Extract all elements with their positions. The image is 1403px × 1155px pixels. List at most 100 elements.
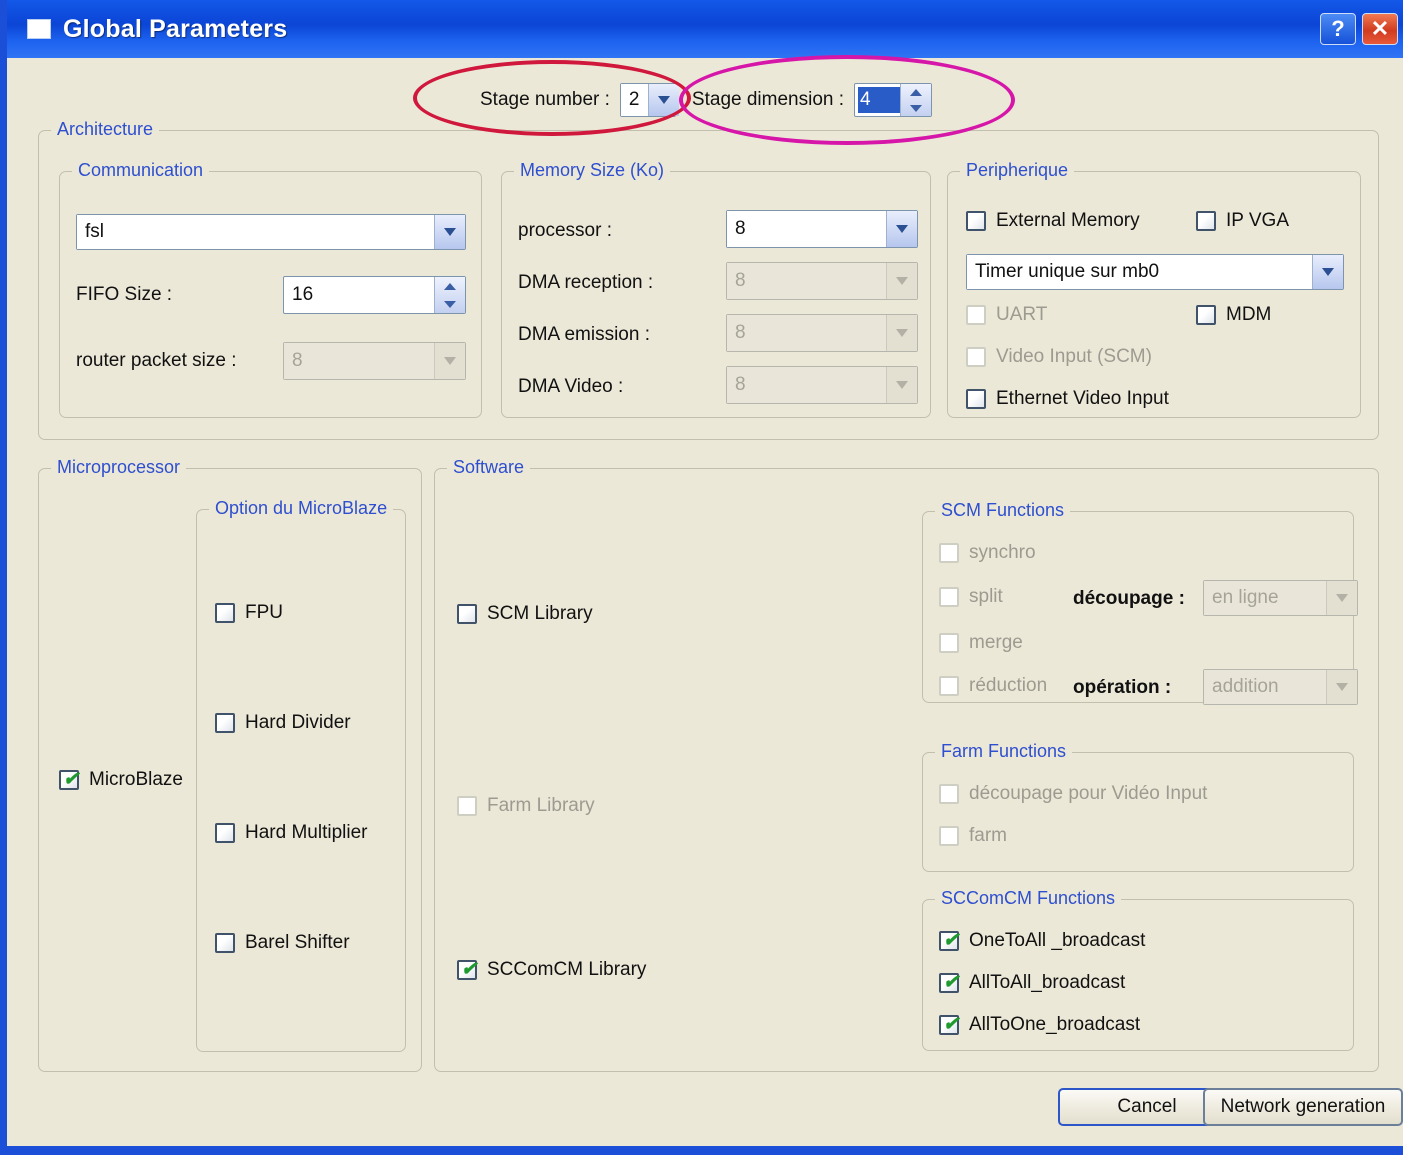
- stage-dimension-stepper[interactable]: 4: [854, 83, 933, 117]
- chevron-down-icon[interactable]: [1312, 255, 1343, 289]
- checkbox-alltoone-broadcast[interactable]: ✔ AllToOne_broadcast: [939, 1014, 1140, 1036]
- checkbox-box-icon: [457, 604, 477, 624]
- communication-protocol-value: fsl: [77, 215, 434, 249]
- fifo-size-label: FIFO Size :: [76, 284, 173, 305]
- checkbox-box-icon: [215, 603, 235, 623]
- checkbox-split: split: [939, 586, 1003, 608]
- chevron-down-icon[interactable]: [647, 84, 679, 116]
- checkbox-fpu[interactable]: FPU: [215, 602, 283, 624]
- decoupage-value: en ligne: [1204, 581, 1326, 615]
- stage-number-select[interactable]: 2: [619, 83, 679, 117]
- checkbox-box-icon: [215, 713, 235, 733]
- scm-functions-title: SCM Functions: [935, 500, 1071, 521]
- stage-number-label: Stage number :: [480, 89, 610, 110]
- stage-dimension-value: 4: [858, 87, 901, 113]
- router-packet-size-select: 8: [283, 342, 466, 380]
- checkbox-onetoall-broadcast[interactable]: ✔ OneToAll _broadcast: [939, 930, 1145, 952]
- farm-functions-title: Farm Functions: [935, 741, 1073, 762]
- dma-video-value: 8: [727, 367, 886, 403]
- stage-dimension-spin-buttons[interactable]: [900, 84, 932, 116]
- checkbox-label: UART: [996, 304, 1048, 325]
- checkbox-box-icon: [215, 933, 235, 953]
- stage-number-value: 2: [620, 84, 648, 116]
- checkbox-label: MicroBlaze: [89, 769, 183, 790]
- spinner-up-icon[interactable]: [901, 84, 931, 100]
- checkbox-reduction: réduction: [939, 675, 1047, 697]
- checkbox-label: AllToOne_broadcast: [969, 1014, 1141, 1035]
- checkbox-decoupage-video-input: découpage pour Vidéo Input: [939, 783, 1207, 805]
- fifo-spin-buttons[interactable]: [434, 277, 465, 313]
- checkbox-synchro: synchro: [939, 542, 1036, 564]
- stage-settings-row: Stage number : 2 Stage dimension : 4: [14, 74, 1403, 126]
- software-group: Software SCM Library Farm Library ✔ SCCo…: [434, 457, 1379, 1072]
- fifo-size-stepper[interactable]: 16: [283, 276, 466, 314]
- checkbox-hard-multiplier[interactable]: Hard Multiplier: [215, 822, 367, 844]
- memory-row-label: processor :: [518, 220, 612, 241]
- checkbox-box-icon: ✔: [59, 770, 79, 790]
- memory-row-label: DMA emission :: [518, 324, 650, 345]
- checkbox-label: MDM: [1226, 304, 1272, 325]
- decoupage-label: découpage :: [1073, 588, 1185, 609]
- scm-functions-group: SCM Functions synchro split découpage : …: [922, 500, 1358, 705]
- software-title: Software: [447, 457, 531, 478]
- checkbox-box-icon: [939, 676, 959, 696]
- checkbox-label: FPU: [245, 602, 283, 623]
- checkbox-box-icon: [1196, 305, 1216, 325]
- router-packet-size-label: router packet size :: [76, 350, 237, 371]
- router-packet-size-value: 8: [284, 343, 434, 379]
- checkbox-label: SCM Library: [487, 603, 593, 624]
- chevron-down-icon: [886, 315, 917, 351]
- window-title: Global Parameters: [63, 14, 288, 43]
- title-bar-buttons: ? ✕: [1320, 13, 1398, 45]
- checkbox-sccomcm-library[interactable]: ✔ SCComCM Library: [457, 959, 646, 981]
- global-parameters-window: Global Parameters ? ✕ Stage number : 2 S…: [0, 0, 1403, 1155]
- close-button[interactable]: ✕: [1362, 13, 1398, 45]
- checkbox-hard-divider[interactable]: Hard Divider: [215, 712, 351, 734]
- processor-memory-select[interactable]: 8: [726, 210, 918, 248]
- sccomcm-functions-group: SCComCM Functions ✔ OneToAll _broadcast …: [922, 888, 1354, 1051]
- communication-title: Communication: [72, 160, 210, 181]
- spinner-down-icon[interactable]: [901, 100, 931, 116]
- checkbox-label: AllToAll_broadcast: [969, 972, 1126, 993]
- checkbox-box-icon: [939, 587, 959, 607]
- chevron-down-icon[interactable]: [886, 211, 917, 247]
- checkbox-box-icon: [939, 633, 959, 653]
- checkbox-box-icon: ✔: [939, 1015, 959, 1035]
- chevron-down-icon: [1326, 581, 1357, 615]
- checkbox-ip-vga[interactable]: IP VGA: [1196, 210, 1289, 232]
- checkbox-barel-shifter[interactable]: Barel Shifter: [215, 932, 350, 954]
- peripherique-title: Peripherique: [960, 160, 1075, 181]
- checkbox-box-icon: [457, 796, 477, 816]
- checkbox-alltoall-broadcast[interactable]: ✔ AllToAll_broadcast: [939, 972, 1125, 994]
- farm-functions-group: Farm Functions découpage pour Vidéo Inpu…: [922, 741, 1354, 872]
- checkbox-mdm[interactable]: MDM: [1196, 304, 1271, 326]
- checkbox-box-icon: [966, 305, 986, 325]
- checkbox-box-icon: [215, 823, 235, 843]
- spinner-up-icon[interactable]: [435, 277, 465, 295]
- checkbox-box-icon: ✔: [939, 973, 959, 993]
- communication-protocol-select[interactable]: fsl: [76, 214, 466, 250]
- checkbox-label: split: [969, 586, 1003, 607]
- checkbox-external-memory[interactable]: External Memory: [966, 210, 1140, 232]
- checkbox-scm-library[interactable]: SCM Library: [457, 603, 593, 625]
- spinner-down-icon[interactable]: [435, 295, 465, 313]
- network-generation-button[interactable]: Network generation: [1203, 1088, 1403, 1126]
- timer-select[interactable]: Timer unique sur mb0: [966, 254, 1344, 290]
- microprocessor-group: Microprocessor ✔ MicroBlaze Option du Mi…: [38, 457, 422, 1072]
- chevron-down-icon[interactable]: [434, 215, 465, 249]
- dma-emission-value: 8: [727, 315, 886, 351]
- checkbox-box-icon: ✔: [939, 931, 959, 951]
- stage-dimension-label: Stage dimension :: [691, 89, 845, 110]
- checkbox-label: Farm Library: [487, 795, 595, 816]
- help-button[interactable]: ?: [1320, 13, 1356, 45]
- operation-select: addition: [1203, 669, 1358, 705]
- checkbox-microblaze[interactable]: ✔ MicroBlaze: [59, 769, 183, 791]
- checkbox-farm: farm: [939, 825, 1007, 847]
- dma-emission-select: 8: [726, 314, 918, 352]
- memory-row-label: DMA Video :: [518, 376, 624, 397]
- checkbox-label: SCComCM Library: [487, 959, 647, 980]
- microprocessor-title: Microprocessor: [51, 457, 187, 478]
- checkbox-ethernet-video-input[interactable]: Ethernet Video Input: [966, 388, 1169, 410]
- checkbox-label: Hard Multiplier: [245, 822, 368, 843]
- checkbox-label: Barel Shifter: [245, 932, 350, 953]
